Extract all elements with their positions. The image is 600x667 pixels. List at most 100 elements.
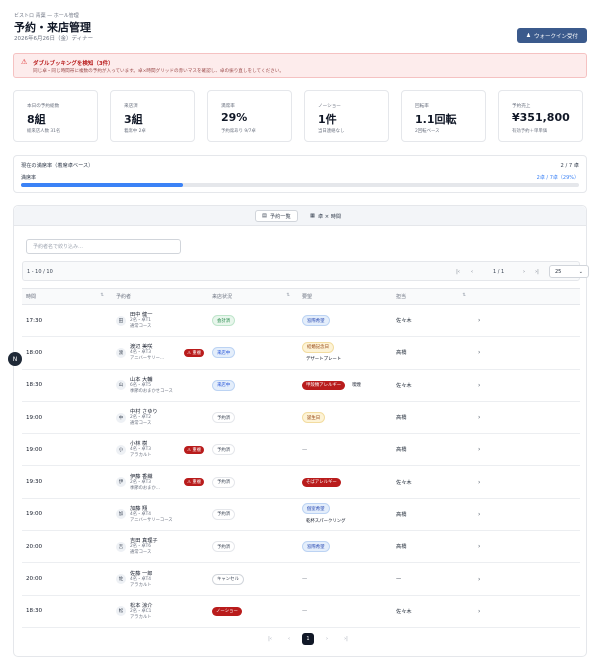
guest-cell: 佐佐藤 一郎 4名・卓T4 アラカルト [112,562,208,596]
sort-icon: ⇅ [462,293,466,298]
status-cell: 来店中 [208,369,298,402]
table-row[interactable]: 17:30 田田中 健一 2名・卓T1 通常コース 会計済 窓際希望 佐々木 › [22,304,580,338]
request-tag: 窓際希望 [302,541,330,553]
reservation-time: 19:00 [22,401,112,435]
guest-party: 4名・卓T4 [130,576,151,582]
page-size-value: 25 [555,268,562,275]
table-row[interactable]: 19:00 中中村 さゆり 2名・卓T2 通常コース 予約済 誕生日 高橋 › [22,401,580,435]
status-badge[interactable]: キャンセル [212,573,244,585]
request-tag: 個室希望 [302,503,330,515]
avatar: 田 [116,315,126,326]
page-indicator: 1 / 1 [493,269,505,275]
prev-page-icon[interactable]: ‹ [467,266,477,277]
tab-reservation-list[interactable]: ▤ 予約一覧 [255,210,298,222]
kpi-value: 29% [221,111,248,124]
column-header-status[interactable]: 来店状況 ⇅ [208,288,298,305]
status-badge[interactable]: 予約済 [212,508,236,520]
staff-name: 高橋 [392,530,474,564]
status-badge[interactable]: 予約済 [212,444,236,456]
table-row[interactable]: 19:00 小小林 樹 4名・卓T3 アラカルト ⚠ 重複 予約済 — 高橋 › [22,433,580,467]
guest-name: 加藤 翔 [130,505,148,512]
request-tag: 乾杯スパークリング [302,516,350,526]
request-cell: — [298,595,392,628]
chevron-right-icon[interactable]: › [474,433,580,467]
chevron-right-icon[interactable]: › [474,336,580,370]
person-add-icon: ♟ [526,32,531,39]
last-page-icon[interactable]: ›| [340,633,352,645]
view-tabs: ▤ 予約一覧 ▦ 卓 × 時間 [14,206,586,226]
guest-cell: 小小林 樹 4名・卓T3 アラカルト ⚠ 重複 [112,433,208,467]
status-badge[interactable]: 予約済 [212,541,236,553]
sort-icon: ⇅ [286,293,290,298]
staff-name: 佐々木 [392,304,474,338]
walkin-button[interactable]: ♟ ウォークイン受付 [517,28,587,43]
status-badge[interactable]: 来店中 [212,347,236,359]
table-row[interactable]: 20:00 佐佐藤 一郎 4名・卓T4 アラカルト キャンセル — — › [22,562,580,596]
first-page-icon[interactable]: |‹ [264,633,276,645]
page-size-select[interactable]: 25 ⌄ [549,265,589,278]
top-pager: 1 - 10 / 10 |‹ ‹ 1 / 1 › ›| 25 ⌄ [22,261,589,281]
column-header-staff[interactable]: 担当 ⇅ [392,288,474,305]
double-booking-alert: ⚠ ダブルブッキングを検知（3件） 同じ卓・同じ時間帯に複数の予約が入っています… [13,53,587,78]
chevron-right-icon[interactable]: › [474,595,580,628]
chevron-right-icon[interactable]: › [474,369,580,402]
status-badge[interactable]: 会計済 [212,315,236,327]
next-page-icon[interactable]: › [321,633,333,645]
status-cell: ノーショー [208,595,298,628]
status-badge[interactable]: 予約済 [212,412,236,424]
walkin-button-label: ウォークイン受付 [533,33,578,40]
status-badge[interactable]: ノーショー [212,606,242,616]
kpi-sub: 有効予約＋単単価 [512,129,548,134]
kpi-value: 3組 [124,113,143,126]
tab-table-time[interactable]: ▦ 卓 × 時間 [304,210,347,222]
staff-name: 佐々木 [392,595,474,628]
page-button-current[interactable]: 1 [302,633,314,645]
help-icon[interactable]: N [8,352,22,366]
prev-page-icon[interactable]: ‹ [283,633,295,645]
chevron-right-icon[interactable]: › [474,562,580,596]
guest-name: 佐藤 一郎 [130,570,153,577]
occupancy-title: 現在の満席率（着席卓ベース） [21,163,94,169]
reservation-time: 20:00 [22,530,112,564]
empty-request: — [302,608,308,615]
kpi-value: 8組 [27,113,46,126]
column-header-time[interactable]: 時間 ⇅ [22,288,112,305]
kpi-sub: 当日連絡なし [318,129,345,134]
chevron-right-icon[interactable]: › [474,498,580,532]
table-row[interactable]: 18:00 渡渡辺 美咲 4名・卓T3 アニバーサリー… ⚠ 重複 来店中 結婚記念日 デザー… [22,336,580,370]
table-row[interactable]: 19:30 伊伊藤 香織 2名・卓T3 季節のおまか… ⚠ 重複 予約済 そばアレルギー 佐々… [22,465,580,499]
kpi-card: 来店済 3組 着席中 2卓 [110,90,195,142]
staff-name: 高橋 [392,433,474,467]
status-cell: 会計済 [208,304,298,338]
chevron-right-icon[interactable]: › [474,401,580,435]
guest-course: アラカルト [130,614,152,620]
page-title: 予約・来店管理 [14,21,91,34]
request-cell: — [298,433,392,467]
chevron-right-icon[interactable]: › [474,304,580,338]
avatar: 松 [116,606,126,617]
status-badge[interactable]: 予約済 [212,476,236,488]
alert-title: ダブルブッキングを検知（3件） [33,61,114,67]
table-row[interactable]: 18:30 山山本 大輔 6名・卓T5 季節のおまかせコース 来店中 甲殻類アレルギー 喫煙… [22,369,580,402]
request-cell: — [298,562,392,596]
column-header-guest: 予約者 [112,288,208,305]
tab-label: 予約一覧 [269,213,291,220]
empty-request: — [302,576,308,583]
avatar: 中 [116,412,126,423]
next-page-icon[interactable]: › [519,266,529,277]
status-badge[interactable]: 来店中 [212,379,236,391]
last-page-icon[interactable]: ›| [532,266,542,277]
guest-cell: 伊伊藤 香織 2名・卓T3 季節のおまか… ⚠ 重複 [112,465,208,499]
guest-course: 通常コース [130,421,152,427]
table-row[interactable]: 20:00 吉吉田 真理子 2名・卓T6 通常コース 予約済 窓際希望 高橋 › [22,530,580,564]
table-row[interactable]: 19:00 加加藤 翔 4名・卓T4 アニバーサリーコース 予約済 個室希望 乾杯スパークリ… [22,498,580,532]
column-header-action [474,288,580,305]
chevron-right-icon[interactable]: › [474,465,580,499]
chevron-right-icon[interactable]: › [474,530,580,564]
guest-search-input[interactable]: 予約者名で絞り込み… [26,239,181,254]
guest-course: 通常コース [130,324,152,330]
guest-course: 季節のおまかせコース [130,388,173,394]
first-page-icon[interactable]: |‹ [453,266,463,277]
kpi-label: 予約売上 [512,104,531,109]
table-row[interactable]: 18:30 松松本 涼介 2名・卓C1 アラカルト ノーショー — 佐々木 › [22,595,580,628]
